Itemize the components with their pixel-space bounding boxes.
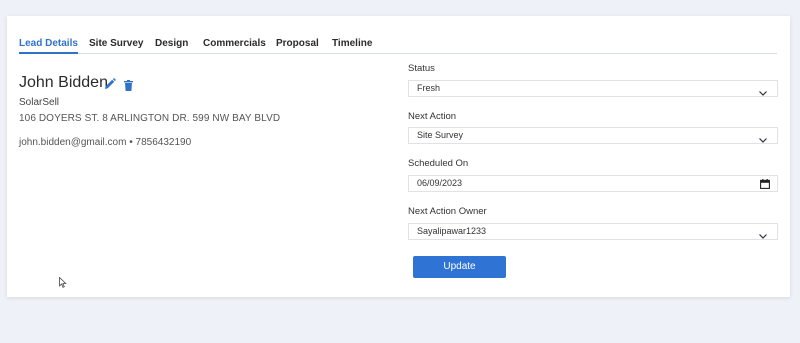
next-action-value: Site Survey [417,130,464,140]
next-action-owner-select[interactable]: Sayalipawar1233 [408,223,778,240]
mouse-pointer-icon [59,275,67,293]
scheduled-on-date-input[interactable]: 06/09/2023 [408,175,778,192]
next-action-label: Next Action [408,111,457,122]
tab-site-survey[interactable]: Site Survey [89,38,143,49]
email-link[interactable]: john.bidden@gmail.com [19,137,126,148]
pencil-icon[interactable] [104,77,116,95]
phone-number: 7856432190 [135,137,192,148]
lead-details-card: Lead Details Site Survey Design Commerci… [7,16,790,297]
status-select[interactable]: Fresh [408,80,778,97]
status-label: Status [408,63,435,74]
next-action-owner-label: Next Action Owner [408,206,487,217]
next-action-owner-value: Sayalipawar1233 [417,226,487,236]
tab-commercials[interactable]: Commercials [203,38,266,49]
contact-info: john.bidden@gmail.com • 7856432190 [19,137,191,148]
scheduled-on-label: Scheduled On [408,158,469,169]
company-name: SolarSell [19,97,60,108]
tab-design[interactable]: Design [155,38,188,49]
update-button[interactable]: Update [413,256,506,278]
active-tab-indicator [19,52,78,54]
lead-name: John Bidden [19,74,108,91]
chevron-down-icon [759,229,767,244]
scheduled-on-value: 06/09/2023 [417,178,463,188]
chevron-down-icon [759,133,767,148]
next-action-select[interactable]: Site Survey [408,127,778,144]
lead-address: 106 DOYERS ST. 8 ARLINGTON DR. 599 NW BA… [19,113,281,124]
chevron-down-icon [759,86,767,101]
tab-timeline[interactable]: Timeline [332,38,372,49]
trash-icon[interactable] [124,78,133,96]
tab-proposal[interactable]: Proposal [276,38,319,49]
calendar-icon[interactable] [760,179,770,194]
contact-separator: • [129,137,133,148]
status-value: Fresh [417,83,441,93]
tab-lead-details[interactable]: Lead Details [19,38,78,49]
tab-bar: Lead Details Site Survey Design Commerci… [19,36,777,54]
